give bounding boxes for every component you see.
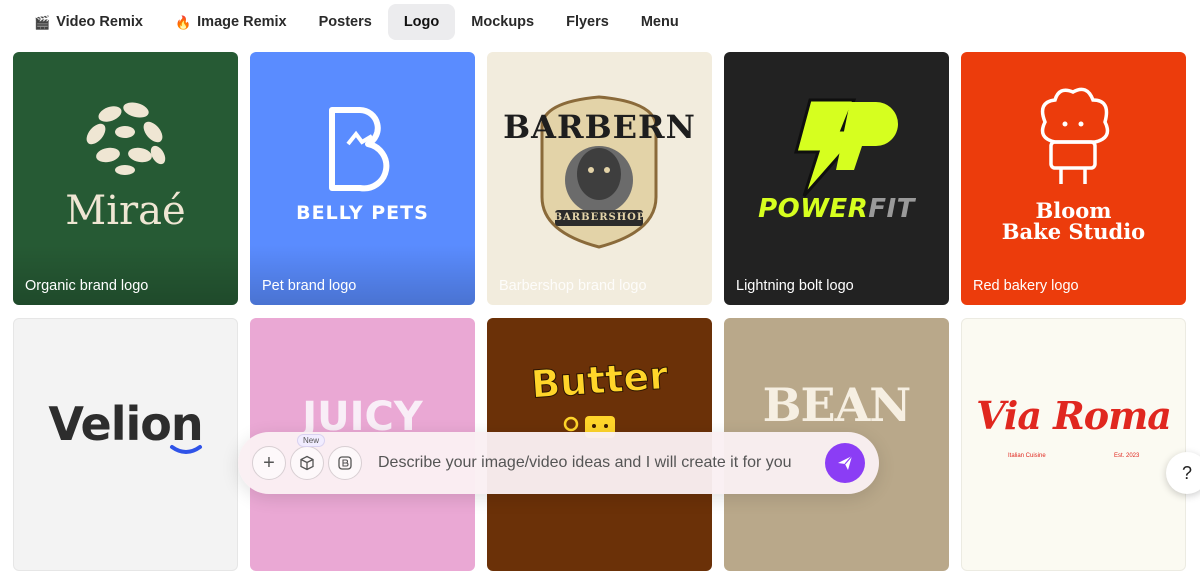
new-badge: New xyxy=(297,434,326,447)
brand-kit-button[interactable] xyxy=(328,446,362,480)
prompt-bar: + New xyxy=(238,432,879,494)
template-card[interactable]: Miraé Organic brand logo xyxy=(13,52,238,305)
tab-label: Logo xyxy=(403,14,440,30)
fire-icon: 🔥 xyxy=(174,14,192,30)
tab-label: Video Remix xyxy=(56,14,143,30)
template-card[interactable]: Via Roma Italian Cuisine Est. 2023 xyxy=(961,318,1186,571)
brand-name: BEAN xyxy=(762,378,912,432)
brand-name: POWERFIT xyxy=(724,194,949,224)
template-card[interactable]: BARBERN BARBERSHOP Barbershop brand logo xyxy=(487,52,712,305)
smile-underline-icon xyxy=(170,445,202,454)
tab-flyers[interactable]: Flyers xyxy=(550,4,625,40)
brand-subtitle-left: Italian Cuisine xyxy=(1008,453,1046,459)
brand-name: BELLY PETS xyxy=(296,202,429,224)
brand-name-part-b: FIT xyxy=(868,194,915,224)
lightning-bolt-icon xyxy=(794,98,898,197)
brand-name: Via Roma xyxy=(976,393,1172,438)
prompt-input[interactable] xyxy=(378,443,815,483)
barbershop-crest-icon xyxy=(540,95,658,249)
tab-label: Mockups xyxy=(471,14,535,30)
card-shade xyxy=(250,245,475,305)
template-card[interactable]: Velion xyxy=(13,318,238,571)
brand-name: BARBERN xyxy=(503,108,696,146)
brand-name: Miraé xyxy=(65,188,186,234)
card-label: Barbershop brand logo xyxy=(499,278,647,294)
brand-b-icon xyxy=(338,456,352,470)
plus-icon: + xyxy=(263,452,275,474)
clapper-icon: 🎬 xyxy=(34,14,51,30)
tab-video-remix[interactable]: 🎬 Video Remix xyxy=(18,4,159,40)
brand-subtitle-right: Est. 2023 xyxy=(1114,453,1140,459)
send-button[interactable] xyxy=(825,443,865,483)
template-card[interactable]: POWERFIT Lightning bolt logo xyxy=(724,52,949,305)
template-card[interactable]: Bloom Bake Studio Red bakery logo xyxy=(961,52,1186,305)
brand-subtitle: BARBERSHOP xyxy=(553,212,646,223)
card-label: Red bakery logo xyxy=(973,278,1079,294)
cube-icon xyxy=(300,455,314,471)
tab-label: Posters xyxy=(318,14,372,30)
tab-menu[interactable]: Menu xyxy=(625,4,695,40)
tab-posters[interactable]: Posters xyxy=(303,4,388,40)
card-label: Organic brand logo xyxy=(25,278,149,294)
card-label: Lightning bolt logo xyxy=(736,278,854,294)
card-label: Pet brand logo xyxy=(262,278,357,294)
brand-name-line-2: Bake Studio xyxy=(1001,219,1146,244)
template-card[interactable]: BELLY PETS Pet brand logo xyxy=(250,52,475,305)
tab-mockups[interactable]: Mockups xyxy=(455,4,550,40)
tab-logo[interactable]: Logo xyxy=(387,4,456,40)
tab-label: Menu xyxy=(640,14,679,30)
add-button[interactable]: + xyxy=(252,446,286,480)
category-tabs: 🎬 Video Remix 🔥 Image Remix Posters Logo… xyxy=(18,4,695,40)
card-shade xyxy=(13,245,238,305)
brand-name-part-a: POWER xyxy=(758,194,869,224)
cupcake-mascot-icon xyxy=(1040,87,1110,184)
3d-model-button[interactable]: New xyxy=(290,434,326,480)
tab-label: Flyers xyxy=(566,14,609,30)
help-button[interactable]: ? xyxy=(1166,452,1200,494)
send-icon xyxy=(838,455,853,470)
question-icon: ? xyxy=(1181,462,1192,483)
tab-label: Image Remix xyxy=(197,14,287,30)
tab-image-remix[interactable]: 🔥 Image Remix xyxy=(159,4,303,40)
